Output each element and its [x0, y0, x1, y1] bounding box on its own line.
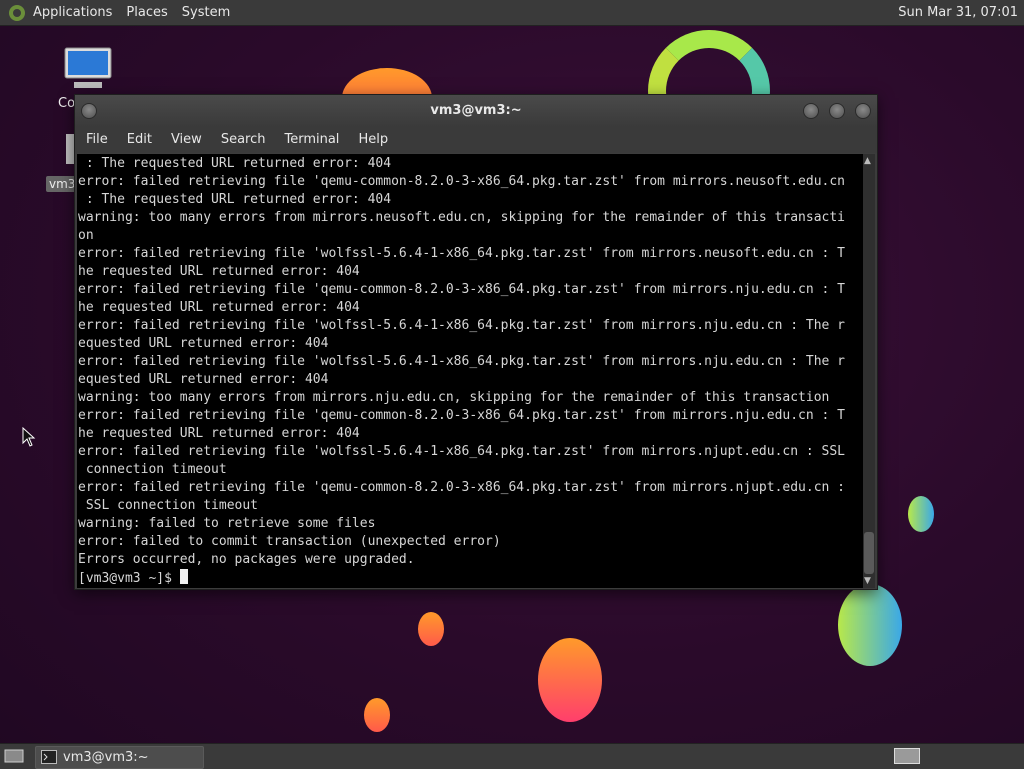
desktop-icon-label: Co — [58, 96, 76, 111]
shell-prompt: [vm3@vm3 ~]$ — [78, 571, 180, 586]
minimize-icon[interactable] — [803, 103, 819, 119]
close-icon[interactable] — [855, 103, 871, 119]
terminal-line: warning: too many errors from mirrors.nj… — [78, 390, 830, 405]
computer-icon — [64, 47, 112, 88]
terminal-line: error: failed retrieving file 'qemu-comm… — [78, 408, 846, 423]
bottom-panel: vm3@vm3:~ — [0, 743, 1024, 769]
terminal-icon — [41, 750, 57, 764]
desktop-icon-home[interactable]: vm3 — [46, 130, 88, 196]
window-titlebar[interactable]: vm3@vm3:~ — [75, 95, 877, 127]
menu-view[interactable]: View — [160, 127, 210, 153]
terminal-line: warning: failed to retrieve some files — [78, 516, 376, 531]
terminal-line: warning: too many errors from mirrors.ne… — [78, 210, 846, 225]
wallpaper-small-orange-blob — [418, 612, 444, 646]
terminal-line: : The requested URL returned error: 404 — [78, 156, 392, 171]
terminal-line: error: failed retrieving file 'wolfssl-5… — [78, 354, 846, 369]
terminal-line: he requested URL returned error: 404 — [78, 426, 360, 441]
terminal-line: Errors occurred, no packages were upgrad… — [78, 552, 415, 567]
menu-system[interactable]: System — [175, 0, 237, 25]
menu-search[interactable]: Search — [210, 127, 274, 153]
terminal-line: error: failed retrieving file 'qemu-comm… — [78, 174, 846, 189]
menu-applications[interactable]: Applications — [26, 0, 119, 25]
scroll-up-icon[interactable]: ▲ — [864, 156, 871, 166]
menu-help[interactable]: Help — [347, 127, 396, 153]
terminal-line: he requested URL returned error: 404 — [78, 300, 360, 315]
clock[interactable]: Sun Mar 31, 07:01 — [898, 0, 1018, 25]
terminal-line: error: failed to commit transaction (une… — [78, 534, 501, 549]
wallpaper-tiny-orange-blob — [364, 698, 390, 732]
terminal-line: equested URL returned error: 404 — [78, 336, 329, 351]
terminal-line: on — [78, 228, 94, 243]
terminal-menubar: File Edit View Search Terminal Help — [75, 127, 877, 153]
mate-logo-icon[interactable] — [8, 4, 26, 22]
taskbar-terminal-button[interactable]: vm3@vm3:~ — [35, 746, 204, 769]
show-desktop-icon[interactable] — [4, 748, 24, 764]
terminal-cursor — [179, 569, 188, 584]
terminal-output[interactable]: : The requested URL returned error: 404 e… — [77, 154, 863, 588]
scroll-down-icon[interactable]: ▼ — [864, 576, 871, 586]
terminal-line: connection timeout — [78, 462, 227, 477]
maximize-icon[interactable] — [829, 103, 845, 119]
top-panel: Applications Places System Sun Mar 31, 0… — [0, 0, 1024, 26]
menu-edit[interactable]: Edit — [116, 127, 160, 153]
terminal-scrollbar[interactable]: ▲ ▼ — [863, 154, 875, 588]
terminal-window[interactable]: vm3@vm3:~ File Edit View Search Terminal… — [74, 94, 878, 590]
menu-places[interactable]: Places — [119, 0, 174, 25]
taskbar-label: vm3@vm3:~ — [63, 750, 149, 765]
window-title: vm3@vm3:~ — [430, 103, 522, 118]
workspace-switcher-icon[interactable] — [894, 748, 920, 764]
scrollbar-thumb[interactable] — [864, 532, 874, 574]
wallpaper-large-orange-blob — [538, 638, 602, 722]
menu-file[interactable]: File — [75, 127, 116, 153]
terminal-line: error: failed retrieving file 'qemu-comm… — [78, 480, 846, 495]
terminal-line: error: failed retrieving file 'wolfssl-5… — [78, 444, 846, 459]
terminal-line: error: failed retrieving file 'qemu-comm… — [78, 282, 846, 297]
terminal-line: : The requested URL returned error: 404 — [78, 192, 392, 207]
menu-terminal[interactable]: Terminal — [273, 127, 347, 153]
terminal-line: error: failed retrieving file 'wolfssl-5… — [78, 318, 846, 333]
window-menu-icon[interactable] — [81, 103, 97, 119]
wallpaper-small-green-blue-blob — [908, 496, 934, 532]
terminal-text: : The requested URL returned error: 404 e… — [77, 154, 863, 588]
terminal-line: he requested URL returned error: 404 — [78, 264, 360, 279]
terminal-prompt-line[interactable]: [vm3@vm3 ~]$ — [78, 569, 863, 588]
wallpaper-green-blue-blob — [838, 584, 902, 666]
mouse-pointer-icon — [22, 427, 36, 447]
terminal-line: error: failed retrieving file 'wolfssl-5… — [78, 246, 846, 261]
terminal-line: equested URL returned error: 404 — [78, 372, 329, 387]
terminal-line: SSL connection timeout — [78, 498, 259, 513]
